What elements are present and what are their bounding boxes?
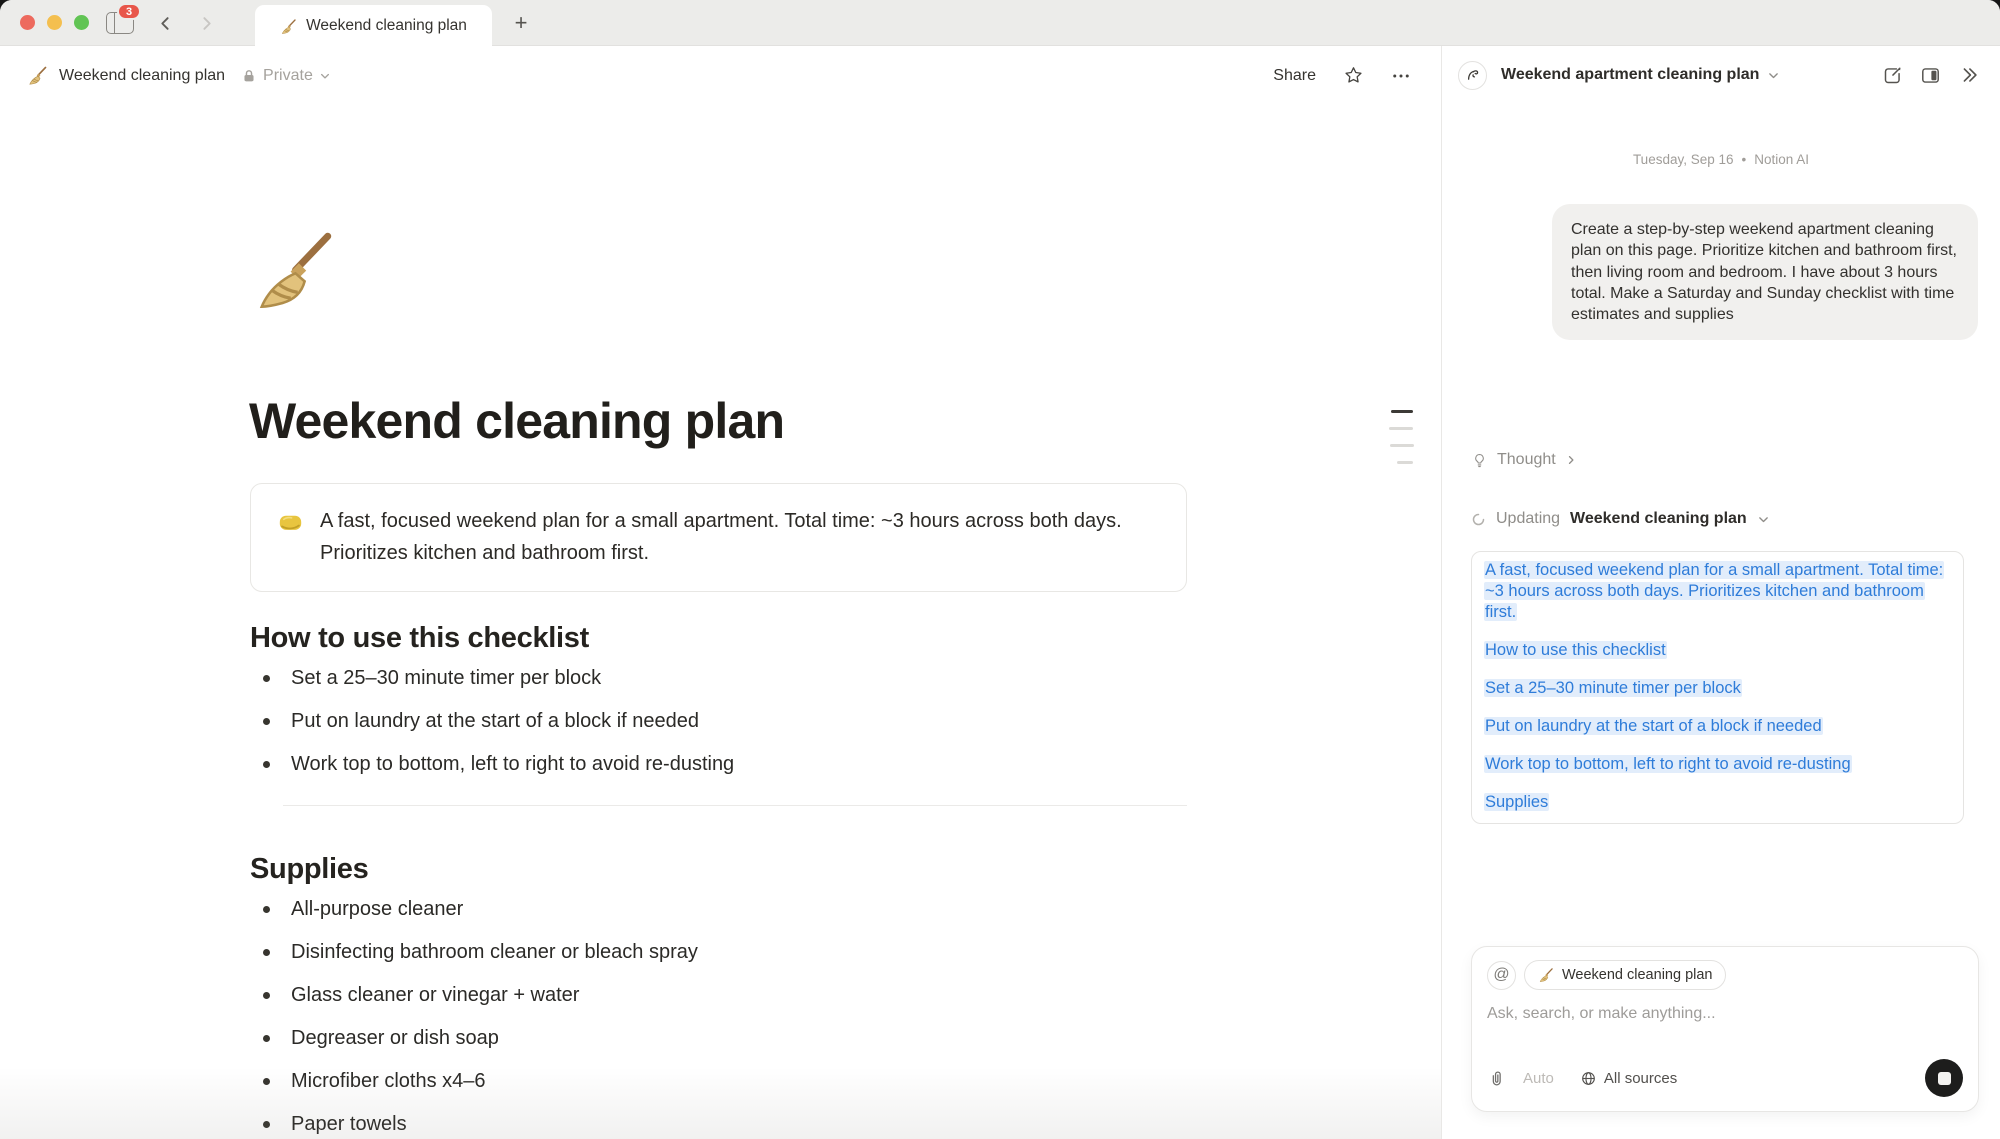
- stop-square-icon: [1938, 1072, 1951, 1085]
- list-item[interactable]: Glass cleaner or vinegar + water: [250, 982, 698, 1025]
- breadcrumb[interactable]: Weekend cleaning plan: [59, 67, 225, 85]
- ai-panel-header: Weekend apartment cleaning plan: [1442, 46, 2000, 104]
- date-label: Tuesday, Sep 16: [1633, 152, 1734, 167]
- at-icon: @: [1493, 966, 1509, 984]
- globe-icon: [1580, 1070, 1597, 1087]
- attachment-paperclip-icon[interactable]: [1487, 1069, 1506, 1088]
- forward-button[interactable]: [196, 13, 216, 33]
- diff-line: Supplies: [1484, 792, 1951, 813]
- list-item[interactable]: Put on laundry at the start of a block i…: [250, 708, 734, 751]
- more-options-icon[interactable]: [1391, 66, 1411, 86]
- diff-line: Work top to bottom, left to right to avo…: [1484, 754, 1951, 775]
- list-item[interactable]: Microfiber cloths x4–6: [250, 1068, 698, 1111]
- ai-input[interactable]: Ask, search, or make anything...: [1487, 1005, 1963, 1023]
- chevron-down-icon[interactable]: [1767, 69, 1780, 82]
- list-item[interactable]: Paper towels: [250, 1111, 698, 1139]
- source-label: Notion AI: [1754, 152, 1809, 167]
- ai-thread-title[interactable]: Weekend apartment cleaning plan: [1501, 66, 1759, 84]
- broom-icon: [27, 65, 48, 86]
- active-tab[interactable]: Weekend cleaning plan: [255, 5, 492, 47]
- notification-badge: 3: [117, 3, 141, 20]
- sponge-icon: [277, 509, 304, 536]
- conversation-meta: Tuesday, Sep 16 • Notion AI: [1442, 152, 2000, 167]
- broom-icon: [280, 18, 297, 35]
- auto-mode-button[interactable]: Auto: [1523, 1070, 1554, 1087]
- notion-ai-face-icon: [1458, 61, 1487, 90]
- ai-composer: @ Weekend cleaning plan Ask, search, or …: [1471, 946, 1979, 1112]
- page-context-chip[interactable]: Weekend cleaning plan: [1524, 960, 1726, 990]
- tab-title: Weekend cleaning plan: [306, 17, 467, 35]
- list-item[interactable]: Degreaser or dish soap: [250, 1025, 698, 1068]
- chevron-right-icon: [1565, 454, 1577, 466]
- collapse-panel-double-chevron-icon[interactable]: [1958, 64, 1980, 86]
- section-heading[interactable]: How to use this checklist: [250, 622, 589, 655]
- dot-separator: •: [1742, 152, 1747, 167]
- bulleted-list: Set a 25–30 minute timer per block Put o…: [250, 665, 734, 794]
- list-item[interactable]: All-purpose cleaner: [250, 896, 698, 939]
- back-button[interactable]: [155, 13, 175, 33]
- spinner-icon: [1471, 512, 1486, 527]
- table-of-contents-rail[interactable]: [1388, 410, 1416, 478]
- new-chat-compose-icon[interactable]: [1882, 65, 1903, 86]
- user-message-bubble: Create a step-by-step weekend apartment …: [1552, 204, 1978, 340]
- updating-page-name: Weekend cleaning plan: [1570, 510, 1747, 528]
- minimize-window-button[interactable]: [47, 15, 62, 30]
- zoom-window-button[interactable]: [74, 15, 89, 30]
- thought-toggle[interactable]: Thought: [1471, 451, 1577, 469]
- stop-generating-button[interactable]: [1925, 1059, 1963, 1097]
- ai-edit-preview-card[interactable]: A fast, focused weekend plan for a small…: [1471, 551, 1964, 824]
- list-item[interactable]: Disinfecting bathroom cleaner or bleach …: [250, 939, 698, 982]
- favorite-star-icon[interactable]: [1343, 65, 1364, 86]
- section-heading[interactable]: Supplies: [250, 853, 368, 886]
- diff-line: Put on laundry at the start of a block i…: [1484, 716, 1951, 737]
- close-window-button[interactable]: [20, 15, 35, 30]
- window-tab-bar: 3 Weekend cleaning plan +: [0, 0, 2000, 46]
- mention-button[interactable]: @: [1487, 961, 1516, 990]
- page-title[interactable]: Weekend cleaning plan: [249, 392, 784, 450]
- callout-text: A fast, focused weekend plan for a small…: [320, 506, 1160, 569]
- broom-icon: [1538, 967, 1554, 983]
- list-item[interactable]: Set a 25–30 minute timer per block: [250, 665, 734, 708]
- page-broom-icon[interactable]: [250, 226, 338, 314]
- privacy-menu[interactable]: Private: [241, 67, 331, 85]
- new-tab-button[interactable]: +: [509, 11, 533, 35]
- updating-label: Updating: [1496, 510, 1560, 528]
- doc-topbar: Weekend cleaning plan Private Share: [0, 47, 1441, 104]
- updating-status-row[interactable]: Updating Weekend cleaning plan: [1471, 510, 1770, 528]
- page-body: Weekend cleaning plan A fast, focused we…: [0, 104, 1441, 1139]
- notion-window: 3 Weekend cleaning plan + Weekend cleani…: [0, 0, 2000, 1139]
- share-button[interactable]: Share: [1273, 67, 1316, 85]
- all-sources-button[interactable]: All sources: [1580, 1070, 1677, 1087]
- diff-line: Set a 25–30 minute timer per block: [1484, 678, 1951, 699]
- diff-line: How to use this checklist: [1484, 640, 1951, 661]
- notion-ai-panel: Weekend apartment cleaning plan Tuesday,…: [1441, 46, 2000, 1139]
- divider-block: [283, 805, 1187, 806]
- lightbulb-icon: [1471, 452, 1488, 469]
- privacy-label: Private: [263, 67, 313, 85]
- all-sources-label: All sources: [1604, 1070, 1677, 1087]
- callout-block[interactable]: A fast, focused weekend plan for a small…: [250, 483, 1187, 592]
- diff-line: A fast, focused weekend plan for a small…: [1484, 560, 1951, 623]
- thought-label: Thought: [1497, 451, 1556, 469]
- lock-icon: [241, 68, 257, 84]
- chevron-down-icon: [319, 70, 331, 82]
- toggle-panel-icon[interactable]: [1920, 65, 1941, 86]
- list-item[interactable]: Work top to bottom, left to right to avo…: [250, 751, 734, 794]
- chip-label: Weekend cleaning plan: [1562, 967, 1712, 983]
- bulleted-list: All-purpose cleaner Disinfecting bathroo…: [250, 896, 698, 1139]
- chevron-down-icon: [1757, 513, 1770, 526]
